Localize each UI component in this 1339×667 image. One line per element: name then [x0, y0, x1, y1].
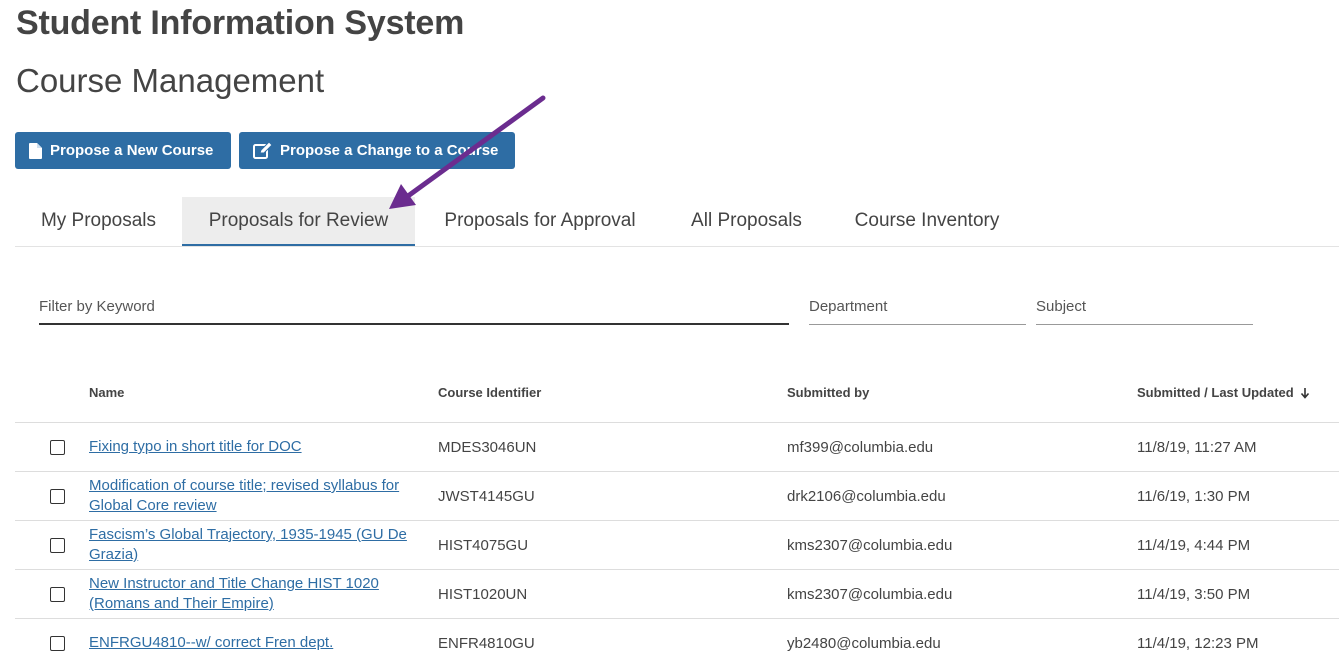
tab-proposals-for-approval[interactable]: Proposals for Approval: [415, 197, 665, 245]
column-header-name[interactable]: Name: [89, 385, 124, 400]
proposal-name-link[interactable]: Modification of course title; revised sy…: [89, 476, 424, 516]
propose-new-course-label: Propose a New Course: [50, 142, 214, 159]
proposal-name-link[interactable]: Fixing typo in short title for DOC: [89, 437, 302, 457]
propose-change-label: Propose a Change to a Course: [280, 142, 499, 159]
table-row: ENFRGU4810--w/ correct Fren dept. ENFR48…: [15, 619, 1339, 667]
arrow-down-icon[interactable]: [1300, 387, 1310, 399]
proposal-name-cell: ENFRGU4810--w/ correct Fren dept.: [89, 619, 424, 667]
row-checkbox[interactable]: [50, 440, 65, 455]
table-row: New Instructor and Title Change HIST 102…: [15, 570, 1339, 619]
proposal-tabs: My Proposals Proposals for Review Propos…: [15, 197, 1339, 247]
page: Student Information System Course Manage…: [0, 0, 1339, 667]
system-title: Student Information System: [16, 4, 465, 42]
keyword-filter-input[interactable]: [39, 288, 789, 324]
updated-cell: 11/4/19, 12:23 PM: [1137, 634, 1259, 652]
subject-filter-input[interactable]: [1036, 288, 1253, 324]
proposal-name-cell: Fixing typo in short title for DOC: [89, 423, 424, 471]
table-header: Name Course Identifier Submitted by Subm…: [15, 366, 1339, 423]
document-icon: [29, 142, 42, 159]
proposal-name-link[interactable]: ENFRGU4810--w/ correct Fren dept.: [89, 633, 333, 653]
proposal-name-link[interactable]: New Instructor and Title Change HIST 102…: [89, 574, 424, 614]
tab-all-proposals[interactable]: All Proposals: [665, 197, 828, 245]
submitted-by-cell: drk2106@columbia.edu: [787, 487, 946, 505]
row-checkbox[interactable]: [50, 489, 65, 504]
row-checkbox[interactable]: [50, 636, 65, 651]
course-identifier-cell: MDES3046UN: [438, 438, 537, 456]
proposal-name-cell: Modification of course title; revised sy…: [89, 472, 424, 520]
edit-icon: [253, 142, 272, 159]
propose-change-button[interactable]: Propose a Change to a Course: [239, 132, 515, 169]
row-checkbox[interactable]: [50, 538, 65, 553]
course-identifier-cell: HIST4075GU: [438, 536, 529, 554]
course-identifier-cell: ENFR4810GU: [438, 634, 535, 652]
submitted-by-cell: yb2480@columbia.edu: [787, 634, 941, 652]
tab-my-proposals[interactable]: My Proposals: [15, 197, 182, 245]
subject-filter: [1036, 288, 1253, 325]
course-identifier-cell: JWST4145GU: [438, 487, 535, 505]
department-filter: [809, 288, 1026, 325]
proposal-name-link[interactable]: Fascism’s Global Trajectory, 1935-1945 (…: [89, 525, 424, 565]
page-title: Course Management: [16, 62, 325, 99]
tab-course-inventory[interactable]: Course Inventory: [828, 197, 1026, 245]
updated-cell: 11/8/19, 11:27 AM: [1137, 438, 1257, 456]
table-row: Modification of course title; revised sy…: [15, 472, 1339, 521]
proposal-name-cell: Fascism’s Global Trajectory, 1935-1945 (…: [89, 521, 424, 569]
keyword-filter: [39, 288, 789, 325]
column-header-submitted-by[interactable]: Submitted by: [787, 385, 869, 400]
submitted-by-cell: kms2307@columbia.edu: [787, 536, 953, 554]
propose-new-course-button[interactable]: Propose a New Course: [15, 132, 231, 169]
department-filter-input[interactable]: [809, 288, 1026, 324]
updated-cell: 11/4/19, 4:44 PM: [1137, 536, 1251, 554]
proposal-name-cell: New Instructor and Title Change HIST 102…: [89, 570, 424, 618]
submitted-by-cell: mf399@columbia.edu: [787, 438, 934, 456]
submitted-by-cell: kms2307@columbia.edu: [787, 585, 953, 603]
proposal-table-body: Fixing typo in short title for DOC MDES3…: [15, 423, 1339, 667]
column-header-updated-label: Submitted / Last Updated: [1137, 385, 1294, 400]
column-header-course-identifier[interactable]: Course Identifier: [438, 385, 541, 400]
column-header-updated[interactable]: Submitted / Last Updated: [1137, 385, 1310, 400]
row-checkbox[interactable]: [50, 587, 65, 602]
tab-proposals-for-review[interactable]: Proposals for Review: [182, 197, 415, 246]
table-row: Fixing typo in short title for DOC MDES3…: [15, 423, 1339, 472]
course-identifier-cell: HIST1020UN: [438, 585, 528, 603]
updated-cell: 11/6/19, 1:30 PM: [1137, 487, 1251, 505]
table-row: Fascism’s Global Trajectory, 1935-1945 (…: [15, 521, 1339, 570]
updated-cell: 11/4/19, 3:50 PM: [1137, 585, 1251, 603]
